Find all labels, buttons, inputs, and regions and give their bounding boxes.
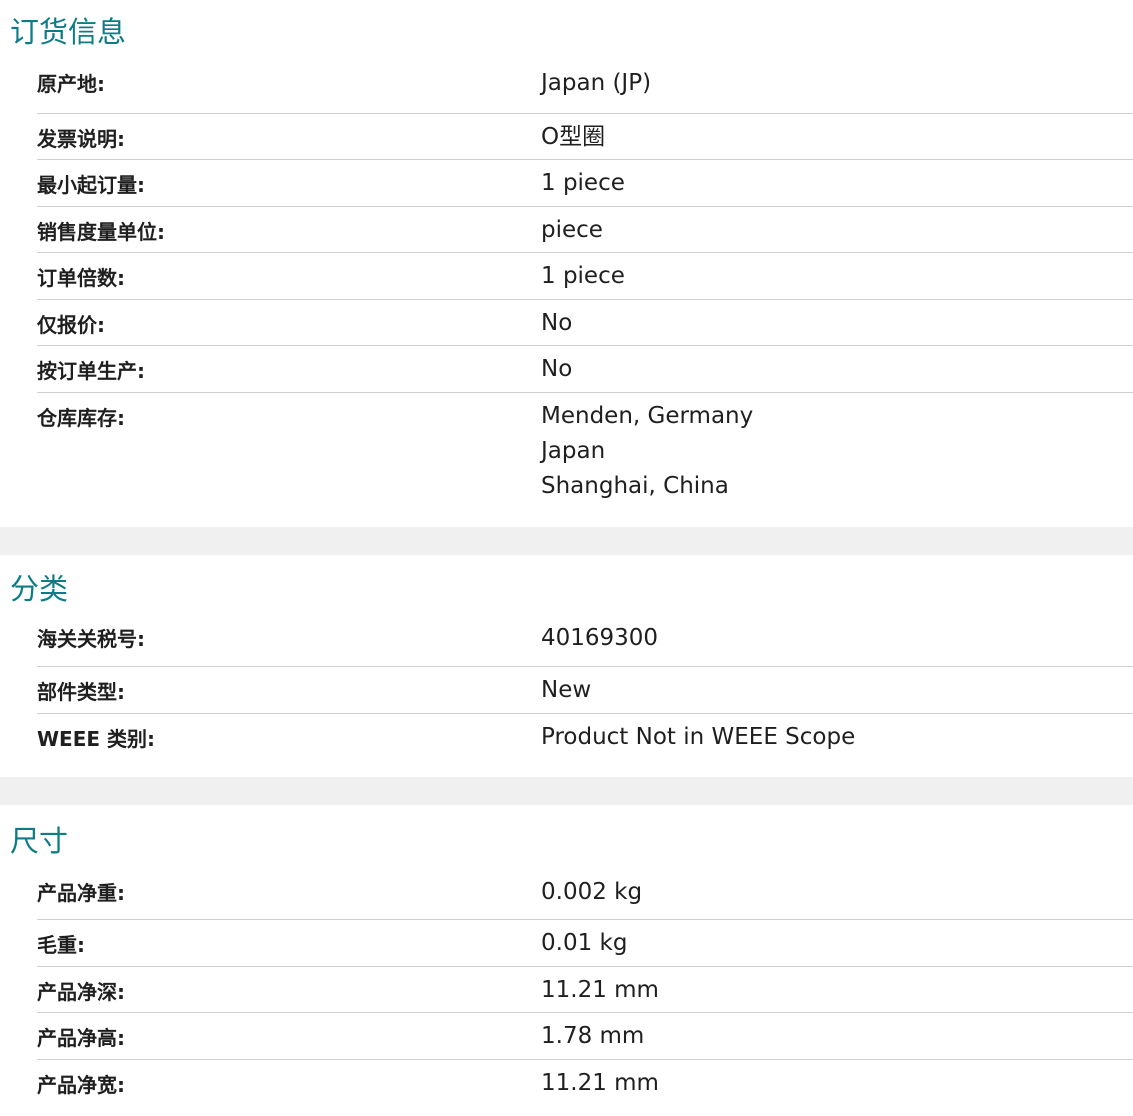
spec-value: 1 piece bbox=[541, 170, 625, 196]
spec-label: WEEE 类别: bbox=[37, 727, 156, 751]
section-divider bbox=[0, 527, 1133, 555]
spec-label: 产品净重: bbox=[37, 881, 125, 905]
warehouse-location: Menden, Germany bbox=[541, 403, 754, 429]
spec-label: 海关关税号: bbox=[37, 627, 145, 651]
spec-value: No bbox=[541, 356, 573, 382]
spec-label: 按订单生产: bbox=[37, 359, 145, 383]
spec-row-net-depth: 产品净深: 11.21 mm bbox=[37, 967, 1133, 1013]
spec-value: 11.21 mm bbox=[541, 977, 659, 1003]
spec-value: piece bbox=[541, 217, 603, 243]
classification-section: 分类 海关关税号: 40169300 部件类型: New WEEE 类别: Pr… bbox=[0, 555, 1133, 777]
spec-label: 发票说明: bbox=[37, 127, 125, 151]
section-title-classification: 分类 bbox=[10, 572, 69, 606]
spec-row-net-height: 产品净高: 1.78 mm bbox=[37, 1013, 1133, 1060]
section-divider bbox=[0, 777, 1133, 805]
spec-row-gross-weight: 毛重: 0.01 kg bbox=[37, 920, 1133, 967]
spec-label: 部件类型: bbox=[37, 680, 125, 704]
spec-label: 最小起订量: bbox=[37, 173, 145, 197]
section-title-dimensions: 尺寸 bbox=[10, 824, 69, 858]
spec-row-part-type: 部件类型: New bbox=[37, 667, 1133, 714]
spec-row-order-multiple: 订单倍数: 1 piece bbox=[37, 253, 1133, 300]
product-details-page: 订货信息 原产地: Japan (JP) 发票说明: O型圈 最小起订量: 1 … bbox=[0, 0, 1133, 1100]
spec-row-warehouse-stock: 仓库库存: Menden, Germany Japan Shanghai, Ch… bbox=[37, 393, 1133, 527]
spec-value-list: Menden, Germany Japan Shanghai, China bbox=[541, 393, 753, 527]
dimensions-section: 尺寸 产品净重: 0.002 kg 毛重: 0.01 kg 产品净深: 11.2… bbox=[0, 805, 1133, 1100]
ordering-info-section: 订货信息 原产地: Japan (JP) 发票说明: O型圈 最小起订量: 1 … bbox=[0, 0, 1133, 527]
spec-label: 订单倍数: bbox=[37, 266, 125, 290]
section-title-ordering-info: 订货信息 bbox=[10, 15, 127, 49]
spec-row-made-to-order: 按订单生产: No bbox=[37, 346, 1133, 393]
spec-label: 产品净高: bbox=[37, 1026, 125, 1050]
spec-value: 1 piece bbox=[541, 263, 625, 289]
spec-value: O型圈 bbox=[541, 124, 606, 150]
spec-value: 0.002 kg bbox=[541, 879, 643, 905]
spec-row-invoice-description: 发票说明: O型圈 bbox=[37, 114, 1133, 160]
warehouse-location: Shanghai, China bbox=[541, 473, 729, 499]
spec-value: 11.21 mm bbox=[541, 1070, 659, 1096]
spec-label: 仓库库存: bbox=[37, 406, 125, 430]
spec-value: 1.78 mm bbox=[541, 1023, 645, 1049]
spec-label: 原产地: bbox=[37, 72, 105, 96]
spec-label: 产品净宽: bbox=[37, 1073, 125, 1097]
spec-row-net-weight: 产品净重: 0.002 kg bbox=[37, 875, 1133, 920]
spec-value: Japan (JP) bbox=[541, 70, 652, 96]
spec-value: 40169300 bbox=[541, 625, 659, 651]
spec-row-sales-uom: 销售度量单位: piece bbox=[37, 207, 1133, 253]
spec-row-weee-category: WEEE 类别: Product Not in WEEE Scope bbox=[37, 714, 1133, 777]
spec-label: 销售度量单位: bbox=[37, 220, 165, 244]
spec-label: 产品净深: bbox=[37, 980, 125, 1004]
spec-value: New bbox=[541, 677, 592, 703]
warehouse-location: Japan bbox=[541, 438, 606, 464]
spec-row-min-order-qty: 最小起订量: 1 piece bbox=[37, 160, 1133, 207]
spec-label: 仅报价: bbox=[37, 313, 105, 337]
spec-row-net-width: 产品净宽: 11.21 mm bbox=[37, 1060, 1133, 1100]
spec-label: 毛重: bbox=[37, 933, 85, 957]
spec-row-quote-only: 仅报价: No bbox=[37, 300, 1133, 346]
spec-value: Product Not in WEEE Scope bbox=[541, 724, 856, 750]
spec-value: No bbox=[541, 310, 573, 336]
spec-row-origin: 原产地: Japan (JP) bbox=[37, 66, 1133, 114]
spec-row-customs-tariff: 海关关税号: 40169300 bbox=[37, 621, 1133, 667]
spec-value: 0.01 kg bbox=[541, 930, 628, 956]
